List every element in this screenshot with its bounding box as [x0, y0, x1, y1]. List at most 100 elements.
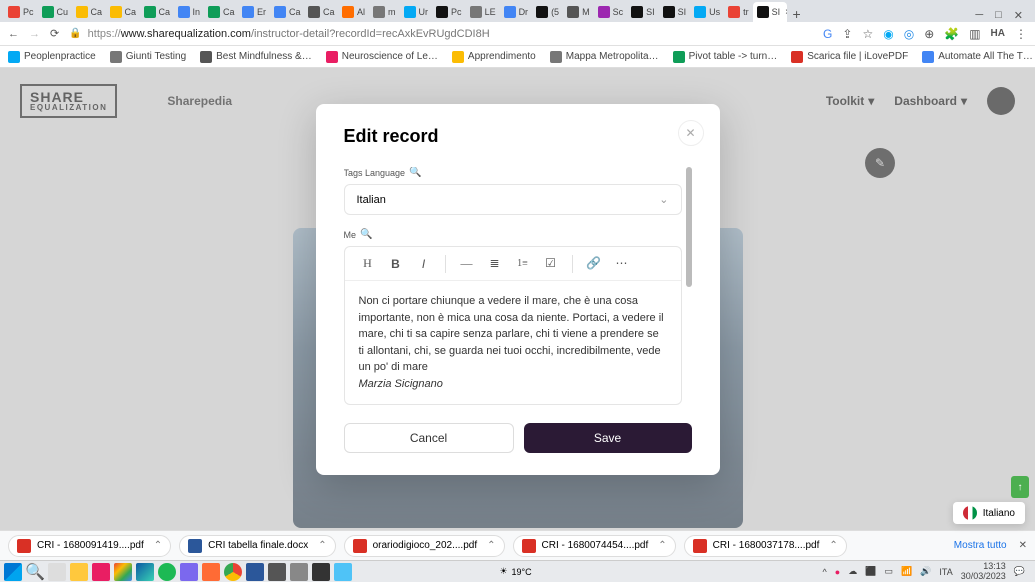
more-button[interactable]: ⋯: [609, 251, 635, 277]
minimize-button[interactable]: ─: [975, 9, 983, 22]
forward-button[interactable]: →: [29, 28, 40, 40]
checklist-button[interactable]: ☑: [538, 251, 564, 277]
chrome-icon[interactable]: [224, 563, 242, 581]
ext-icon-2[interactable]: ◎: [904, 27, 914, 41]
app-icon[interactable]: [202, 563, 220, 581]
bookmarks-list-icon[interactable]: ▥: [969, 27, 980, 41]
ext-icon-3[interactable]: ⊕: [924, 27, 934, 41]
browser-tab[interactable]: M: [563, 2, 594, 22]
notifications-icon[interactable]: 💬: [1014, 566, 1025, 577]
tray-chevron[interactable]: ^: [823, 567, 827, 577]
browser-tab[interactable]: Er: [238, 2, 270, 22]
share-icon[interactable]: ⇪: [842, 27, 852, 41]
browser-tab[interactable]: Dr: [500, 2, 533, 22]
browser-tab[interactable]: Ur: [400, 2, 433, 22]
menu-icon[interactable]: ⋮: [1015, 27, 1027, 41]
browser-tab[interactable]: m: [369, 2, 400, 22]
url-box[interactable]: 🔒 https://www.sharequalization.com/instr…: [69, 28, 813, 40]
start-button[interactable]: [4, 563, 22, 581]
tray-icon[interactable]: ☁: [848, 566, 857, 577]
browser-tab[interactable]: tr: [724, 2, 753, 22]
language-indicator[interactable]: ITA: [939, 567, 952, 577]
browser-tab[interactable]: Cu: [38, 2, 72, 22]
browser-tab[interactable]: LE: [466, 2, 500, 22]
browser-tab[interactable]: Ca: [72, 2, 106, 22]
browser-tab[interactable]: Ca: [106, 2, 140, 22]
save-button[interactable]: Save: [524, 423, 692, 453]
star-icon[interactable]: ☆: [862, 27, 873, 41]
download-item[interactable]: orariodigioco_202....pdf⌃: [344, 535, 505, 557]
bookmark-item[interactable]: Pivot table -> turn…: [673, 51, 778, 63]
cancel-button[interactable]: Cancel: [344, 423, 514, 453]
scroll-top-button[interactable]: ↑: [1011, 476, 1029, 498]
wifi-icon[interactable]: 📶: [901, 566, 912, 577]
translate-icon[interactable]: G: [823, 27, 832, 41]
chevron-down-icon[interactable]: ⌃: [829, 540, 837, 551]
weather-widget[interactable]: ☀ 19°C: [499, 566, 531, 577]
edge-icon[interactable]: [136, 563, 154, 581]
app-icon[interactable]: [180, 563, 198, 581]
link-button[interactable]: 🔗: [581, 251, 607, 277]
modal-close-button[interactable]: ✕: [678, 120, 704, 146]
browser-tab[interactable]: Ca: [204, 2, 238, 22]
download-item[interactable]: CRI - 1680091419....pdf⌃: [8, 535, 171, 557]
tags-language-select[interactable]: Italian ⌄: [344, 184, 682, 215]
app-icon[interactable]: [92, 563, 110, 581]
profile-icon[interactable]: HA: [991, 28, 1005, 39]
back-button[interactable]: ←: [8, 28, 19, 40]
ext-icon-1[interactable]: ◉: [883, 27, 893, 41]
task-view-button[interactable]: [48, 563, 66, 581]
hr-button[interactable]: —: [454, 251, 480, 277]
reload-button[interactable]: ⟳: [50, 27, 59, 40]
heading-button[interactable]: H: [355, 251, 381, 277]
browser-tab[interactable]: Sc: [594, 2, 628, 22]
chevron-down-icon[interactable]: ⌃: [154, 540, 162, 551]
bookmark-item[interactable]: Scarica file | iLovePDF: [791, 51, 908, 63]
numbered-list-button[interactable]: 1≡: [510, 251, 536, 277]
tray-icon[interactable]: ⬛: [865, 566, 876, 577]
browser-tab[interactable]: SI: [627, 2, 659, 22]
explorer-icon[interactable]: [70, 563, 88, 581]
app-icon[interactable]: [268, 563, 286, 581]
bookmark-item[interactable]: Peoplenpractice: [8, 51, 96, 63]
tray-icon[interactable]: ▭: [884, 566, 893, 577]
bookmark-item[interactable]: Neuroscience of Le…: [326, 51, 438, 63]
spotify-icon[interactable]: [158, 563, 176, 581]
browser-tab[interactable]: Al: [338, 2, 369, 22]
modal-scrollbar[interactable]: [686, 167, 692, 287]
browser-tab[interactable]: Pc: [432, 2, 466, 22]
italic-button[interactable]: I: [411, 251, 437, 277]
browser-tab[interactable]: Ca: [140, 2, 174, 22]
download-item[interactable]: CRI - 1680037178....pdf⌃: [684, 535, 847, 557]
maximize-button[interactable]: □: [995, 9, 1002, 22]
browser-tab[interactable]: Ca: [270, 2, 304, 22]
new-tab-button[interactable]: +: [787, 6, 807, 22]
bookmark-item[interactable]: Mappa Metropolita…: [550, 51, 659, 63]
editor-content[interactable]: Non ci portare chiunque a vedere il mare…: [345, 281, 681, 404]
search-button[interactable]: 🔍: [26, 563, 44, 581]
show-all-downloads[interactable]: Mostra tutto: [954, 540, 1007, 551]
language-widget[interactable]: Italiano: [953, 502, 1025, 524]
browser-tab[interactable]: Ca: [304, 2, 338, 22]
download-item[interactable]: CRI - 1680074454....pdf⌃: [513, 535, 676, 557]
bookmark-item[interactable]: Best Mindfulness &…: [200, 51, 312, 63]
app-icon[interactable]: [334, 563, 352, 581]
app-icon[interactable]: [114, 563, 132, 581]
bookmark-item[interactable]: Automate All The T…: [922, 51, 1033, 63]
chevron-down-icon[interactable]: ⌃: [318, 540, 326, 551]
close-window-button[interactable]: ✕: [1014, 9, 1023, 22]
word-icon[interactable]: [246, 563, 264, 581]
app-icon[interactable]: [312, 563, 330, 581]
browser-tab[interactable]: In: [174, 2, 205, 22]
extensions-icon[interactable]: 🧩: [944, 27, 959, 41]
browser-tab[interactable]: SI: [659, 2, 691, 22]
chevron-down-icon[interactable]: ⌃: [658, 540, 666, 551]
browser-tab[interactable]: SI×: [753, 2, 787, 22]
app-icon[interactable]: [290, 563, 308, 581]
tray-icon[interactable]: ●: [835, 567, 840, 577]
browser-tab[interactable]: Us: [690, 2, 724, 22]
volume-icon[interactable]: 🔊: [920, 566, 931, 577]
close-downloads-bar[interactable]: ✕: [1019, 540, 1027, 551]
chevron-down-icon[interactable]: ⌃: [487, 540, 495, 551]
browser-tab[interactable]: Pc: [4, 2, 38, 22]
